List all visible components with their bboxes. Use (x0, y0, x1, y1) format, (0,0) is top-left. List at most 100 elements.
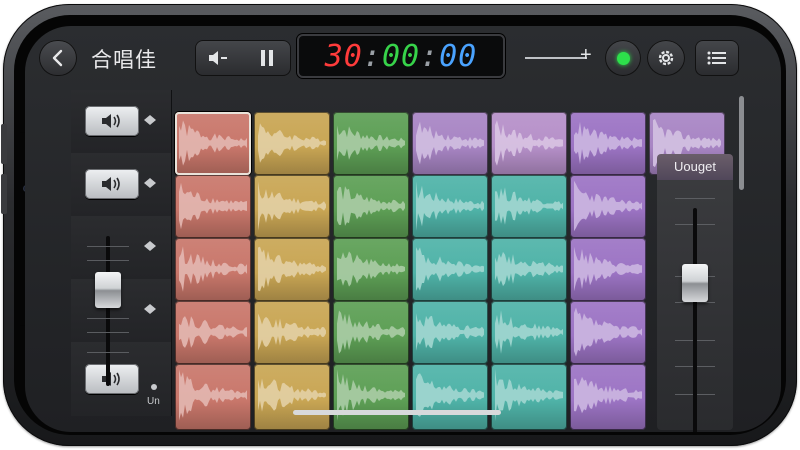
speaker-icon (102, 177, 120, 191)
back-button[interactable] (39, 40, 77, 76)
clip-cell[interactable] (412, 238, 488, 301)
clip-cell[interactable] (175, 238, 251, 301)
clip-cell[interactable] (333, 175, 409, 238)
transport-controls (195, 40, 291, 76)
clip-cell[interactable] (254, 175, 330, 238)
track-row (71, 90, 171, 154)
waveform-icon (416, 121, 484, 165)
pause-button[interactable] (243, 40, 291, 76)
waveform-icon (258, 378, 326, 412)
clip-cell[interactable] (570, 364, 646, 430)
clip-cell[interactable] (570, 112, 646, 175)
track-mute-button[interactable] (85, 169, 139, 199)
timer-hours: 30 (324, 38, 363, 74)
waveform-icon (337, 125, 405, 161)
clip-cell[interactable] (491, 238, 567, 301)
volume-slider[interactable] (525, 57, 587, 59)
waveform-icon (574, 307, 642, 357)
clip-cell[interactable] (491, 301, 567, 364)
clip-cell[interactable] (570, 238, 646, 301)
clip-cell[interactable] (175, 175, 251, 238)
master-label: Uouget (657, 154, 733, 180)
waveform-icon (495, 187, 563, 225)
timer-display: 30:00:00 (297, 34, 505, 78)
settings-button[interactable] (647, 40, 685, 76)
master-column: Uouget (657, 88, 737, 432)
track-controls: Un (71, 90, 172, 416)
speaker-icon (209, 51, 227, 65)
app-screen: 合唱佳 30:00:00 + Un Uouget (25, 26, 781, 432)
clip-cell[interactable] (333, 364, 409, 430)
waveform-icon (495, 310, 563, 354)
speaker-icon (102, 372, 120, 386)
waveform-icon (495, 251, 563, 287)
waveform-icon (258, 181, 326, 231)
clip-cell[interactable] (412, 301, 488, 364)
waveform-icon (179, 246, 247, 292)
clip-cell[interactable] (254, 238, 330, 301)
waveform-icon (179, 369, 247, 421)
fader-tick (675, 198, 715, 199)
timer-separator: : (420, 38, 440, 74)
pause-icon (261, 50, 273, 66)
clip-cell[interactable] (570, 175, 646, 238)
record-indicator (616, 51, 630, 65)
waveform-icon (337, 186, 405, 226)
record-button[interactable] (605, 40, 641, 76)
plus-icon[interactable]: + (580, 44, 592, 67)
waveform-icon (416, 247, 484, 291)
clip-cell[interactable] (254, 364, 330, 430)
menu-button[interactable] (695, 40, 739, 76)
track-row (71, 216, 171, 280)
clip-cell[interactable] (254, 301, 330, 364)
clip-cell[interactable] (412, 175, 488, 238)
timer-minutes: 00 (381, 38, 421, 74)
clip-cell[interactable] (412, 364, 488, 430)
waveform-icon (574, 246, 642, 292)
clip-cell[interactable] (175, 112, 251, 175)
fader-tick (87, 352, 129, 353)
waveform-icon (179, 316, 247, 348)
fader-handle[interactable] (95, 272, 121, 308)
clip-cell[interactable] (175, 301, 251, 364)
home-indicator[interactable] (293, 410, 501, 415)
waveform-icon (179, 182, 247, 230)
fader-tick (87, 318, 129, 319)
waveform-icon (574, 121, 642, 165)
page-title: 合唱佳 (91, 49, 157, 72)
waveform-icon (258, 246, 326, 292)
clip-cell[interactable] (333, 301, 409, 364)
clip-cell[interactable] (333, 112, 409, 175)
master-fader[interactable] (693, 208, 697, 432)
master-fader-handle[interactable] (682, 264, 708, 302)
mute-button[interactable] (195, 40, 243, 76)
waveform-icon (574, 180, 642, 232)
clip-cell[interactable] (491, 175, 567, 238)
waveform-icon (416, 373, 484, 417)
clip-cell[interactable] (175, 364, 251, 430)
fader-tick (87, 332, 129, 333)
clip-cell[interactable] (491, 364, 567, 430)
track-indicator (151, 384, 157, 390)
clip-cell[interactable] (570, 301, 646, 364)
track-row (71, 153, 171, 217)
timer-seconds: 00 (439, 38, 478, 74)
waveform-icon (416, 313, 484, 351)
track-mute-button[interactable] (85, 106, 139, 136)
waveform-icon (574, 376, 642, 414)
timer-separator: : (362, 38, 382, 74)
volume-button (1, 174, 7, 214)
clip-cell[interactable] (412, 112, 488, 175)
track-mute-button[interactable] (85, 364, 139, 394)
clip-cell[interactable] (491, 112, 567, 175)
list-icon (707, 51, 726, 65)
waveform-icon (258, 123, 326, 163)
clip-cell[interactable] (254, 112, 330, 175)
waveform-icon (337, 369, 405, 421)
track-fader[interactable] (106, 236, 110, 386)
scrollbar[interactable] (739, 96, 744, 190)
gear-icon (658, 50, 674, 66)
top-bar: 合唱佳 30:00:00 + (25, 26, 781, 88)
chevron-left-icon (52, 49, 63, 67)
clip-cell[interactable] (333, 238, 409, 301)
